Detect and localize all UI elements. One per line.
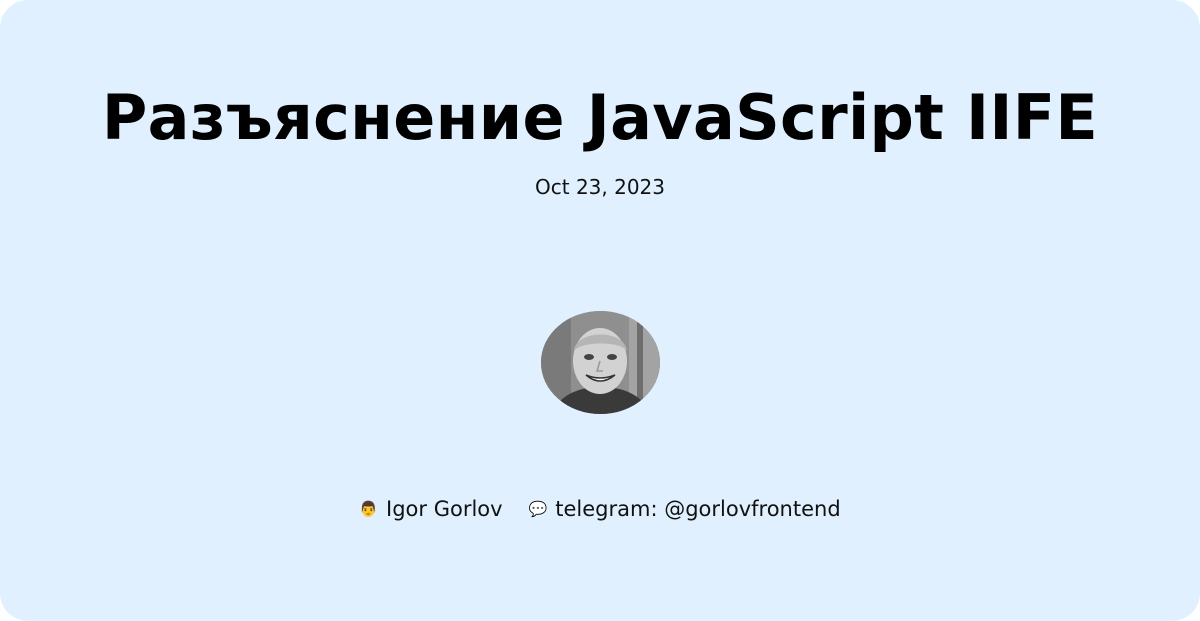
speech-bubble-icon: 💬 bbox=[528, 499, 548, 518]
post-title: Разъяснение JavaScript IIFE bbox=[101, 81, 1099, 154]
telegram-handle: telegram: @gorlovfrontend bbox=[555, 497, 841, 521]
post-card: Разъяснение JavaScript IIFE Oct 23, 2023… bbox=[0, 0, 1200, 621]
avatar-photo bbox=[541, 311, 660, 414]
person-icon: 👨 bbox=[359, 499, 379, 518]
author-info: 👨 Igor Gorlov bbox=[359, 497, 502, 521]
post-footer: 👨 Igor Gorlov 💬 telegram: @gorlovfronten… bbox=[0, 494, 1200, 524]
author-name: Igor Gorlov bbox=[386, 497, 503, 521]
avatar bbox=[541, 311, 660, 414]
contact-info: 💬 telegram: @gorlovfrontend bbox=[529, 497, 841, 521]
post-date: Oct 23, 2023 bbox=[535, 175, 665, 199]
